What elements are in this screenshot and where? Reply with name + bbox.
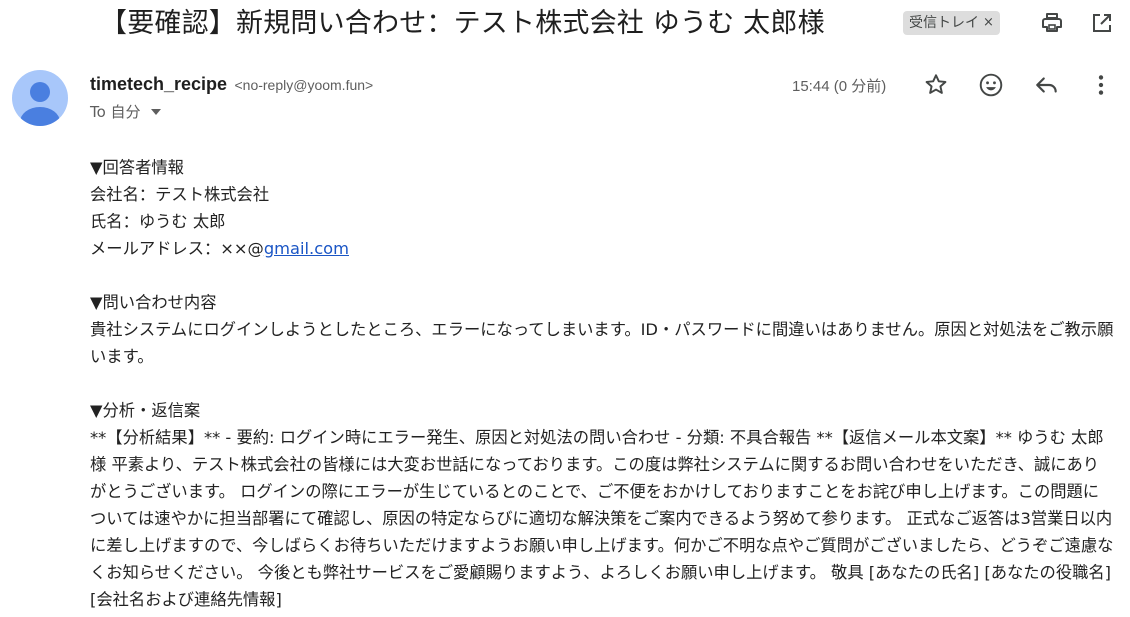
emoji-reaction-icon[interactable] <box>978 72 1004 98</box>
print-icon[interactable] <box>1040 11 1064 35</box>
inquiry-heading: ▼問い合わせ内容 <box>90 293 217 312</box>
sender-address: <no-reply@yoom.fun> <box>234 77 374 93</box>
name-line: 氏名：ゆうむ 太郎 <box>90 212 226 231</box>
inbox-label-chip[interactable]: 受信トレイ × <box>903 11 1000 35</box>
analysis-heading: ▼分析・返信案 <box>90 401 201 420</box>
subject-row: 【要確認】新規問い合わせ：テスト株式会社 ゆうむ 太郎様 受信トレイ × <box>0 0 1130 52</box>
remove-label-icon[interactable]: × <box>983 11 994 35</box>
reply-icon[interactable] <box>1034 72 1060 98</box>
email-prefix: メールアドレス：××@ <box>90 239 264 258</box>
inbox-label-text: 受信トレイ <box>909 15 979 31</box>
show-details-icon[interactable] <box>150 108 161 115</box>
sender-avatar[interactable] <box>12 70 68 126</box>
sender-line: timetech_recipe <no-reply@yoom.fun> <box>90 73 373 96</box>
email-subject: 【要確認】新規問い合わせ：テスト株式会社 ゆうむ 太郎様 <box>100 8 825 39</box>
company-line: 会社名：テスト株式会社 <box>90 185 270 204</box>
person-icon <box>20 82 60 126</box>
more-options-icon[interactable] <box>1088 72 1114 98</box>
email-domain-link[interactable]: gmail.com <box>264 239 349 258</box>
respondent-heading: ▼回答者情報 <box>90 158 184 177</box>
email-line: メールアドレス：××@gmail.com <box>90 235 1115 262</box>
recipient-label: To 自分 <box>90 103 141 121</box>
recipient-line: To 自分 <box>90 101 161 122</box>
received-time: 15:44 (0 分前) <box>792 78 887 95</box>
analysis-text: **【分析結果】** - 要約: ログイン時にエラー発生、原因と対処法の問い合わ… <box>90 428 1114 609</box>
message-body: ▼回答者情報 会社名：テスト株式会社 氏名：ゆうむ 太郎 メールアドレス：××@… <box>90 154 1115 613</box>
star-icon[interactable] <box>923 72 949 98</box>
sender-name[interactable]: timetech_recipe <box>90 74 227 94</box>
open-in-new-window-icon[interactable] <box>1090 11 1114 35</box>
inquiry-text: 貴社システムにログインしようとしたところ、エラーになってしまいます。ID・パスワ… <box>90 320 1114 366</box>
